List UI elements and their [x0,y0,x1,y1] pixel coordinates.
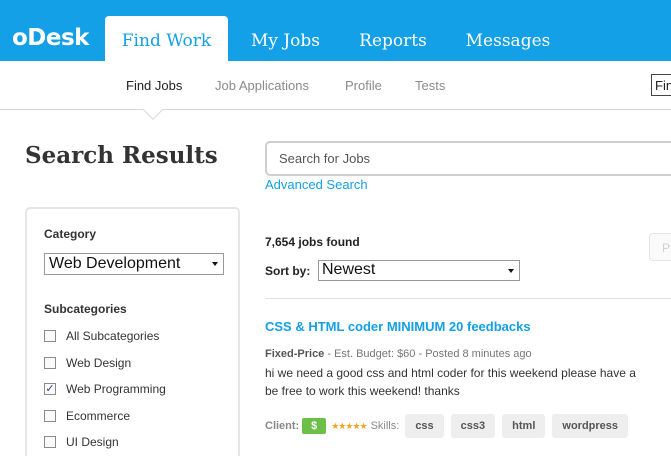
skill-tag[interactable]: css3 [450,414,496,438]
job-type: Fixed-Price [265,348,325,360]
odesk-logo[interactable]: oDesk [12,25,89,51]
client-label: Client: [265,420,300,432]
skill-tag[interactable]: html [502,414,546,438]
tab-messages[interactable]: Messages [453,16,563,61]
search-box [265,141,671,176]
job-title-link[interactable]: CSS & HTML coder MINIMUM 20 feedbacks [265,319,531,334]
sub-navigation: Find Jobs Job Applications Profile Tests [0,61,671,110]
results-count: 7,654 jobs found [265,235,360,249]
subnav-find-jobs[interactable]: Find Jobs [126,78,182,93]
payment-verified-icon: $ [302,418,327,434]
subcategories-heading: Subcategories [44,302,127,316]
sort-selected-value: Newest [322,261,376,278]
category-selected-value: Web Development [49,255,181,272]
subcategory-ecommerce[interactable]: Ecommerce [44,407,130,425]
category-select[interactable]: Web Development [44,253,224,275]
job-client-skills-row: Client: $ ★★★★★ Skills: css css3 html wo… [265,414,635,438]
tab-find-work[interactable]: Find Work [105,16,228,61]
checkbox-checked-icon[interactable]: ✓ [44,383,56,395]
checkbox-icon[interactable] [44,436,56,448]
subnav-profile[interactable]: Profile [345,78,382,93]
job-description-line: be free to work this weekend! thanks [265,384,460,398]
subcategory-all[interactable]: All Subcategories [44,327,159,345]
page-title: Search Results [25,142,218,169]
rating-stars-icon: ★★★★★ [331,420,367,431]
subnav-tests[interactable]: Tests [415,78,445,93]
subnav-job-applications[interactable]: Job Applications [215,78,309,93]
sort-select[interactable]: Newest [318,260,520,281]
skill-tag[interactable]: wordpress [552,414,629,438]
filter-sidebar: Category Web Development Subcategories A… [25,207,240,456]
subcategory-label: Web Programming [66,382,166,396]
find-field-truncated[interactable]: Fin [651,74,671,96]
subcategory-web-programming[interactable]: ✓ Web Programming [44,380,166,398]
subcategory-ui-design[interactable]: UI Design [44,433,119,451]
subcategory-label: Web Design [66,356,132,370]
subcategory-label: UI Design [66,435,119,449]
advanced-search-link[interactable]: Advanced Search [265,177,368,192]
subcategory-web-design[interactable]: Web Design [44,354,131,372]
checkbox-icon[interactable] [44,410,56,422]
subcategory-label: Ecommerce [66,409,131,423]
tab-my-jobs[interactable]: My Jobs [238,16,333,61]
top-navigation-bar: oDesk Find Work My Jobs Reports Messages [0,0,671,61]
job-description-line: hi we need a good css and html coder for… [265,366,636,380]
checkbox-icon[interactable] [44,357,56,369]
skills-label: Skills: [370,420,400,432]
sort-label: Sort by: [265,264,311,278]
skill-tag[interactable]: css [405,414,444,438]
job-meta: Fixed-Price - Est. Budget: $60 - Posted … [265,348,532,360]
job-budget-posted: - Est. Budget: $60 - Posted 8 minutes ag… [324,348,532,360]
results-divider [265,298,671,299]
dropdown-caret-icon [212,262,218,266]
job-description: hi we need a good css and html coder for… [265,364,671,400]
checkbox-icon[interactable] [44,330,56,342]
search-input[interactable] [267,143,671,174]
faded-button[interactable]: Pr [649,233,671,261]
tab-reports[interactable]: Reports [347,16,439,61]
subcategory-label: All Subcategories [66,329,160,343]
dropdown-caret-icon [508,269,514,273]
category-heading: Category [44,227,97,241]
